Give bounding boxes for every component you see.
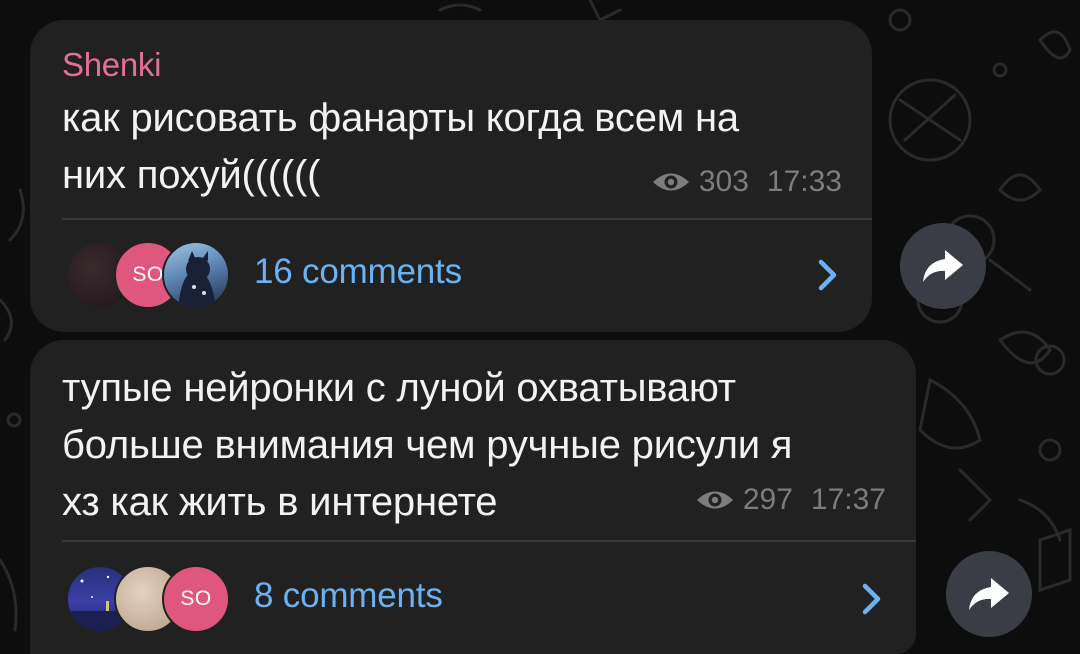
channel-post-bubble[interactable]: Shenki как рисовать фанарты когда всем н…: [30, 20, 872, 332]
share-button[interactable]: [900, 223, 986, 309]
message-time: 17:37: [810, 483, 886, 516]
commenter-avatars: SO: [66, 241, 236, 309]
message-time: 17:33: [766, 165, 842, 198]
comments-row[interactable]: SO 16 comments: [30, 230, 872, 320]
eye-icon: [652, 173, 689, 191]
view-count: 303: [698, 165, 749, 198]
avatar-initials: SO: [180, 587, 212, 610]
share-arrow-icon: [923, 250, 963, 282]
message-meta: 303 17:33: [651, 165, 842, 199]
avatar: [162, 241, 230, 309]
divider: [62, 218, 872, 220]
eye-icon: [696, 491, 733, 509]
share-arrow-icon: [969, 578, 1009, 610]
comments-row[interactable]: SO 8 comments: [30, 554, 916, 644]
avatar: SO: [162, 565, 230, 633]
share-button[interactable]: [946, 551, 1032, 637]
comments-link[interactable]: 8 comments: [254, 576, 443, 616]
channel-post-bubble[interactable]: тупые нейронки с луной охватывают больше…: [30, 340, 916, 654]
character-image: [178, 251, 216, 307]
chevron-right-icon[interactable]: [812, 258, 842, 292]
view-count: 297: [742, 483, 793, 516]
message-meta: 297 17:37: [695, 483, 886, 517]
divider: [62, 540, 916, 542]
avatar-initials: SO: [132, 263, 164, 286]
author-name[interactable]: Shenki: [62, 46, 161, 84]
comments-link[interactable]: 16 comments: [254, 252, 462, 292]
chevron-right-icon[interactable]: [856, 582, 886, 616]
commenter-avatars: SO: [66, 565, 236, 633]
